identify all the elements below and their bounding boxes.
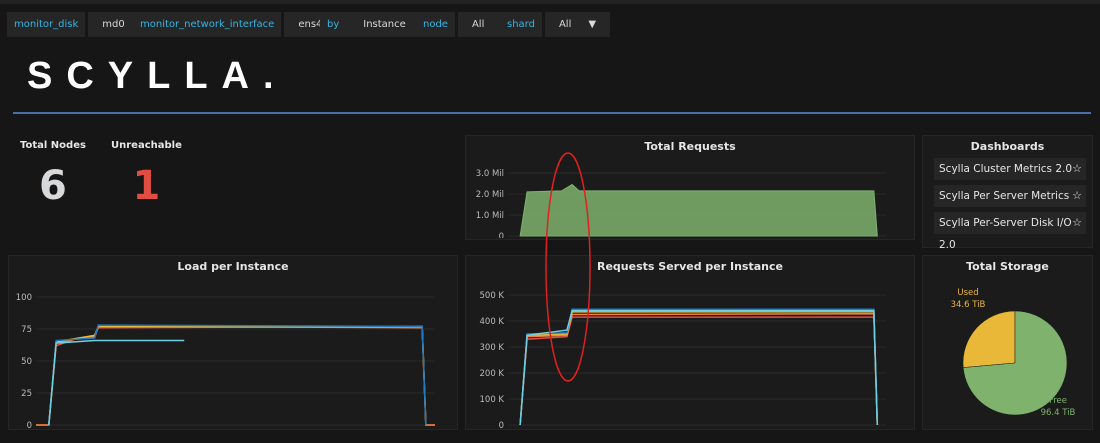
series-line	[519, 312, 879, 426]
y-tick-label: 0	[499, 421, 504, 428]
variable-value: Instance	[356, 19, 413, 30]
y-tick-label: 75	[21, 325, 32, 335]
stat-label: Total Nodes	[20, 140, 86, 151]
panel-title: Dashboards	[970, 140, 1045, 153]
variable-value: All	[551, 19, 579, 30]
variable-label: node	[416, 12, 455, 37]
y-tick-label: 300 K	[480, 343, 505, 353]
variable-shard: shard All ▼	[500, 12, 611, 37]
panel-title: Total Requests	[644, 140, 736, 153]
panel-total-requests: Total Requests 01.0 Mil2.0 Mil3.0 Mil13:…	[465, 135, 915, 251]
y-tick-label: 0	[27, 421, 32, 428]
star-icon[interactable]: ☆	[1072, 158, 1082, 180]
y-tick-label: 0	[499, 232, 504, 238]
series-line	[48, 339, 185, 426]
variable-label: by	[320, 12, 347, 37]
panel-total-storage: Total Storage Used 34.6 TiB Free 96.4 TiB	[922, 255, 1093, 430]
pie-value: 34.6 TiB	[951, 300, 986, 310]
dashboard-name: Scylla Cluster Metrics 2.0	[939, 163, 1073, 175]
variable-dropdown[interactable]: All▼	[544, 12, 611, 37]
y-tick-label: 2.0 Mil	[476, 190, 504, 200]
panel-title: Requests Served per Instance	[597, 260, 783, 273]
variable-label: monitor_disk	[7, 12, 86, 37]
load-chart: 025507510013:5013:5514:0014:0514:10	[16, 293, 435, 440]
stat-value: 6	[39, 163, 67, 209]
stat-value: 1	[132, 163, 161, 209]
variable-label: monitor_network_interface	[133, 12, 282, 37]
series-line	[519, 316, 879, 426]
dashboard-link[interactable]: Scylla Per-Server Disk I/O 2.0 ☆	[934, 212, 1086, 251]
stat-label: Unreachable	[111, 140, 182, 151]
star-icon[interactable]: ☆	[1072, 185, 1082, 207]
panel-title: Total Storage	[966, 260, 1049, 273]
y-tick-label: 200 K	[480, 369, 505, 379]
dashboard-link[interactable]: Scylla Cluster Metrics 2.0 ☆	[934, 158, 1086, 180]
variable-value: md0	[95, 19, 132, 30]
pie-value: 96.4 TiB	[1041, 408, 1076, 418]
y-tick-label: 500 K	[480, 291, 505, 301]
star-icon[interactable]: ☆	[1072, 212, 1082, 234]
y-tick-label: 100 K	[480, 395, 505, 405]
y-tick-label: 50	[21, 357, 32, 367]
caret-down-icon: ▼	[581, 19, 604, 30]
requests-served-chart: 0100 K200 K300 K400 K500 K13:5013:5514:0…	[480, 291, 887, 440]
y-tick-label: 1.0 Mil	[476, 211, 504, 221]
divider	[13, 112, 1091, 114]
total-requests-chart: 01.0 Mil2.0 Mil3.0 Mil13:5013:5514:0014:…	[476, 169, 886, 251]
series-line	[519, 309, 879, 426]
variable-value: All	[464, 19, 492, 30]
y-tick-label: 25	[21, 389, 32, 399]
panel-requests-served: Requests Served per Instance 0 100 K 200 K…	[465, 255, 915, 440]
series-line	[519, 308, 879, 426]
y-tick-label: 400 K	[480, 317, 505, 327]
y-tick-label: 3.0 Mil	[476, 169, 504, 179]
pie-slice-used	[962, 310, 1016, 368]
top-strip	[0, 0, 1100, 4]
pie-label: Used	[957, 288, 978, 298]
variable-label: shard	[500, 12, 542, 37]
pie-label: Free	[1049, 396, 1067, 406]
series-line	[519, 311, 879, 426]
dashboard-link[interactable]: Scylla Per Server Metrics 2.0☆	[934, 185, 1086, 224]
panel-dashboards: Dashboards Scylla Cluster Metrics 2.0 ☆ Sc…	[922, 135, 1093, 251]
y-tick-label: 100	[16, 293, 32, 303]
dashboard-name: Scylla Per-Server Disk I/O 2.0	[939, 217, 1072, 251]
requests-area	[519, 183, 878, 237]
stat-unreachable: Unreachable 1	[111, 140, 182, 209]
storage-pie: Used 34.6 TiB Free 96.4 TiB	[951, 288, 1076, 418]
panel-title: Load per Instance	[177, 260, 289, 273]
stat-total-nodes: Total Nodes 6	[20, 140, 86, 209]
scylla-logo: SCYLLA.	[27, 55, 288, 97]
panel-load-per-instance: Load per Instance 025507510013:5013:5514…	[8, 255, 458, 440]
